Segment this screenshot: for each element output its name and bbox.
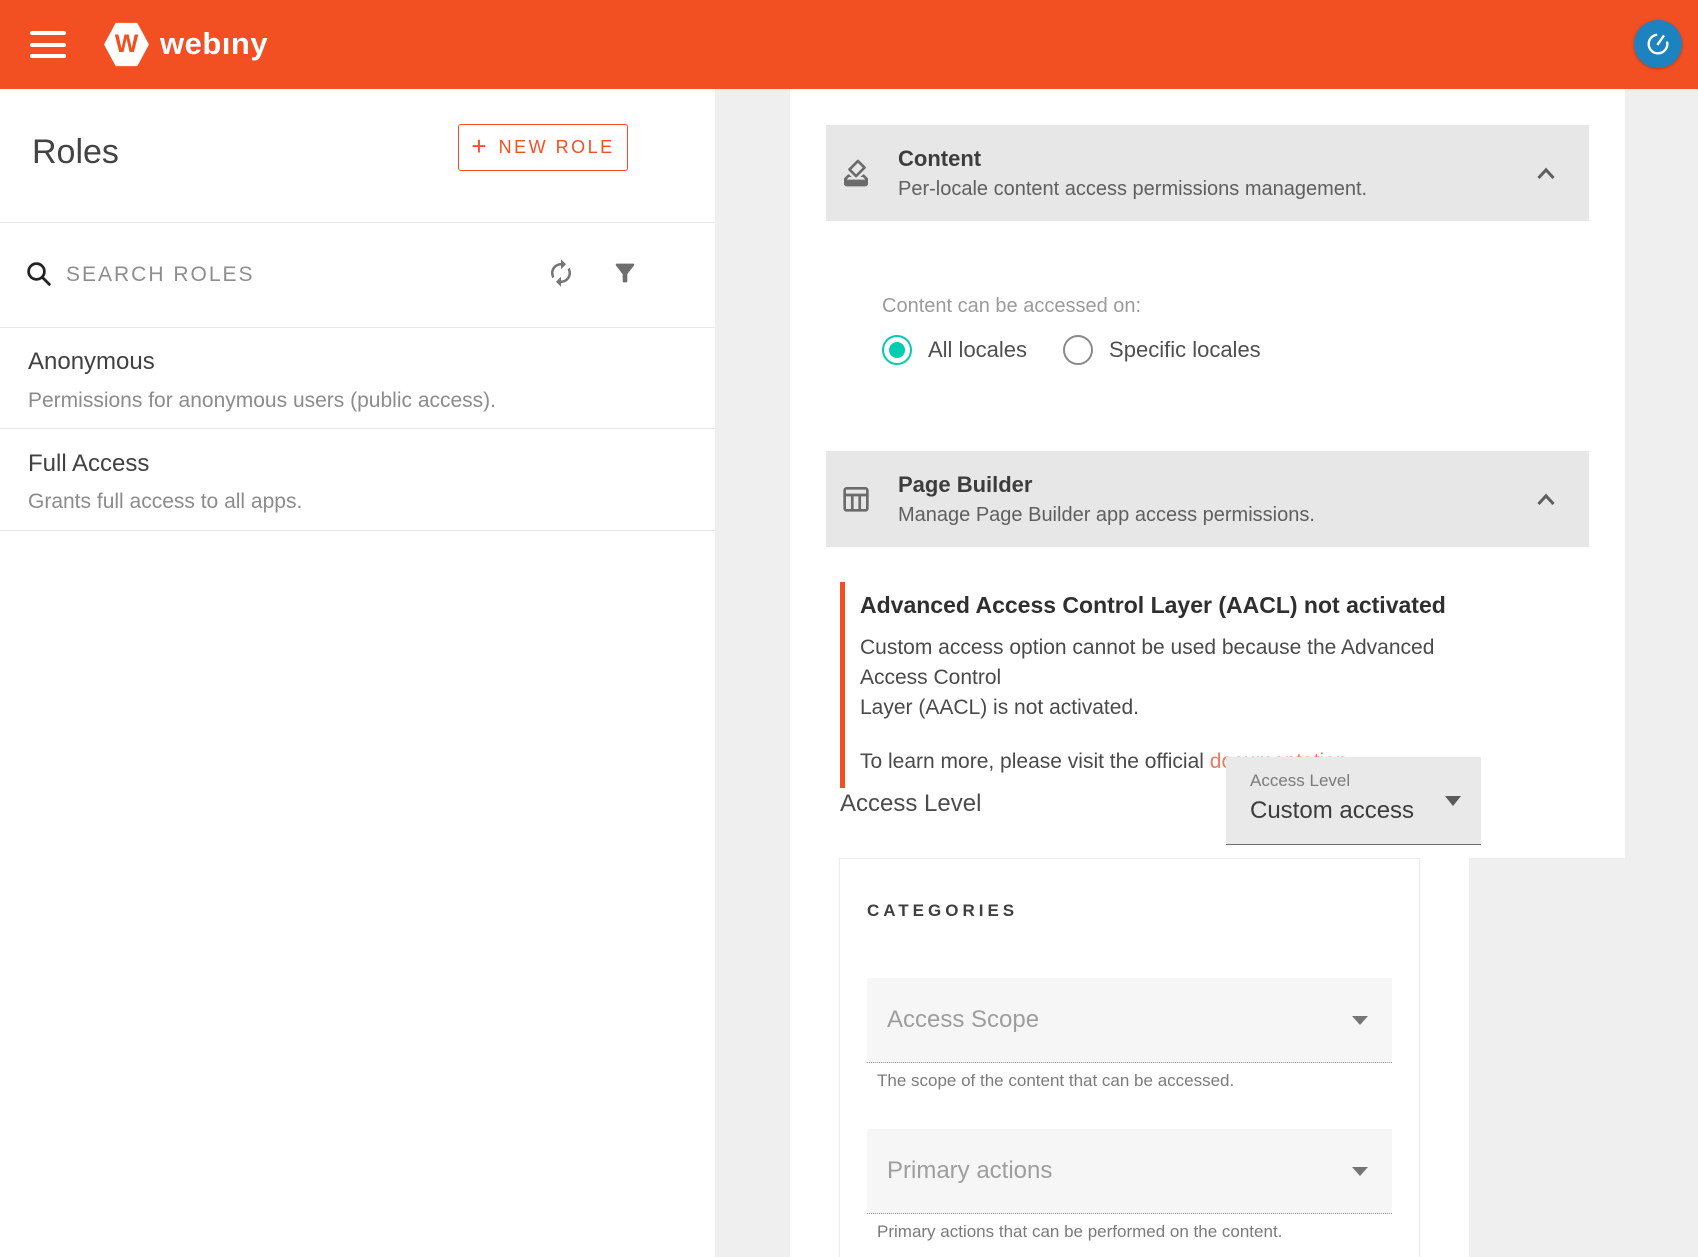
accordion-header-content[interactable]: Content Per-locale content access permis… [826, 125, 1589, 221]
locales-radio-group: All locales Specific locales [882, 335, 1261, 365]
primary-actions-helper: Primary actions that can be performed on… [877, 1222, 1282, 1242]
role-list-item-full-access[interactable]: Full Access Grants full access to all ap… [0, 428, 715, 530]
filter-icon[interactable] [611, 259, 639, 287]
user-avatar[interactable] [1634, 20, 1682, 68]
categories-heading: CATEGORIES [867, 901, 1018, 921]
aacl-warning-title: Advanced Access Control Layer (AACL) not… [860, 592, 1500, 619]
radio-label-specific-locales: Specific locales [1109, 337, 1261, 363]
chevron-up-icon [1531, 158, 1561, 188]
section-title: Content [898, 146, 1367, 172]
chevron-up-icon [1531, 484, 1561, 514]
roles-page: W webıny Roles + NEW ROLE Anonymous Perm… [0, 0, 1698, 1257]
power-icon [1639, 25, 1678, 64]
table-columns-icon [840, 483, 872, 515]
plus-icon: + [471, 131, 486, 162]
accordion-text: Page Builder Manage Page Builder app acc… [898, 472, 1315, 527]
access-level-select[interactable]: Access Level Custom access [1226, 757, 1481, 845]
primary-actions-select[interactable]: Primary actions [867, 1129, 1392, 1214]
section-title: Page Builder [898, 472, 1315, 498]
role-description: Grants full access to all apps. [28, 490, 302, 514]
access-scope-helper: The scope of the content that can be acc… [877, 1071, 1234, 1091]
aacl-warning-body: Custom access option cannot be used beca… [860, 633, 1500, 722]
radio-specific-locales[interactable] [1063, 335, 1093, 365]
app-bar: W webıny [0, 0, 1698, 89]
divider [0, 222, 715, 223]
new-role-button-label: NEW ROLE [499, 137, 615, 158]
page-title: Roles [32, 133, 119, 172]
accordion-text: Content Per-locale content access permis… [898, 146, 1367, 201]
access-level-label: Access Level [840, 790, 981, 818]
divider [0, 530, 715, 531]
role-name: Anonymous [28, 348, 155, 376]
section-subtitle: Manage Page Builder app access permissio… [898, 504, 1315, 527]
search-icon [24, 259, 54, 289]
section-subtitle: Per-locale content access permissions ma… [898, 178, 1367, 201]
triangle-down-icon [1352, 1167, 1368, 1176]
radio-all-locales[interactable] [882, 335, 912, 365]
accordion-header-page-builder[interactable]: Page Builder Manage Page Builder app acc… [826, 451, 1589, 547]
role-name: Full Access [28, 450, 149, 478]
search-input[interactable] [66, 258, 436, 292]
content-access-label: Content can be accessed on: [882, 295, 1141, 318]
ballot-box-icon [840, 157, 872, 189]
access-scope-select[interactable]: Access Scope [867, 978, 1392, 1063]
hamburger-menu-icon[interactable] [30, 31, 66, 58]
webiny-logo-icon: W [104, 22, 149, 67]
radio-label-all-locales: All locales [928, 337, 1027, 363]
triangle-down-icon [1352, 1016, 1368, 1025]
role-description: Permissions for anonymous users (public … [28, 389, 496, 413]
triangle-down-icon [1445, 796, 1461, 806]
select-placeholder: Primary actions [887, 1157, 1052, 1185]
select-floating-label: Access Level [1250, 771, 1481, 791]
refresh-icon[interactable] [546, 258, 576, 288]
webiny-wordmark: webıny [160, 26, 268, 62]
new-role-button[interactable]: + NEW ROLE [458, 124, 628, 171]
link-prefix: To learn more, please visit the official [860, 750, 1210, 773]
webiny-logo-letter: W [115, 30, 139, 59]
categories-card: CATEGORIES Access Scope The scope of the… [839, 858, 1420, 1257]
select-placeholder: Access Scope [887, 1006, 1039, 1034]
role-list-item-anonymous[interactable]: Anonymous Permissions for anonymous user… [0, 327, 715, 428]
